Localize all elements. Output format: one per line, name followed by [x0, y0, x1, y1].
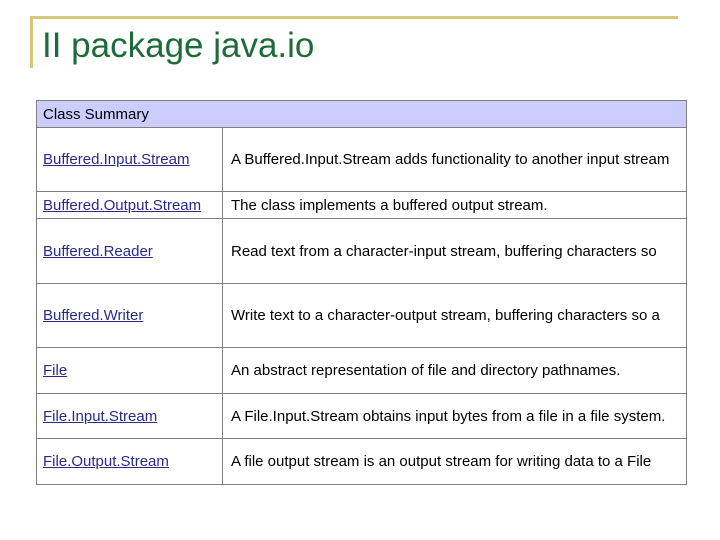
class-description: A file output stream is an output stream… [221, 438, 688, 485]
class-link[interactable]: Buffered.Reader [43, 243, 153, 260]
title-accent-line-top [30, 16, 678, 19]
class-summary-table: Class Summary Buffered.Input.Stream A Bu… [35, 100, 688, 485]
class-description: The class implements a buffered output s… [221, 191, 688, 219]
table-row: Buffered.Output.Stream The class impleme… [36, 191, 688, 219]
class-description: An abstract representation of file and d… [221, 347, 688, 394]
class-link[interactable]: File [43, 362, 67, 379]
table-row: File.Output.Stream A file output stream … [36, 438, 688, 485]
class-link[interactable]: Buffered.Writer [43, 307, 143, 324]
table-row: Buffered.Writer Write text to a characte… [36, 283, 688, 348]
class-description: Write text to a character-output stream,… [221, 283, 688, 348]
table-row: Buffered.Reader Read text from a charact… [36, 218, 688, 284]
table-row: File An abstract representation of file … [36, 347, 688, 394]
table-header-row: Class Summary [35, 100, 688, 128]
title-accent-line-left [30, 16, 33, 68]
class-description: A Buffered.Input.Stream adds functionali… [221, 127, 688, 192]
table-row: Buffered.Input.Stream A Buffered.Input.S… [36, 127, 688, 192]
class-description: A File.Input.Stream obtains input bytes … [221, 393, 688, 439]
slide-title: II package java.io [42, 26, 315, 65]
class-link[interactable]: File.Input.Stream [43, 408, 157, 425]
table-row: File.Input.Stream A File.Input.Stream ob… [36, 393, 688, 439]
class-description: Read text from a character-input stream,… [221, 218, 688, 284]
table-header: Class Summary [35, 100, 688, 128]
class-link[interactable]: Buffered.Output.Stream [43, 197, 201, 214]
class-link[interactable]: File.Output.Stream [43, 453, 169, 470]
class-link[interactable]: Buffered.Input.Stream [43, 151, 189, 168]
